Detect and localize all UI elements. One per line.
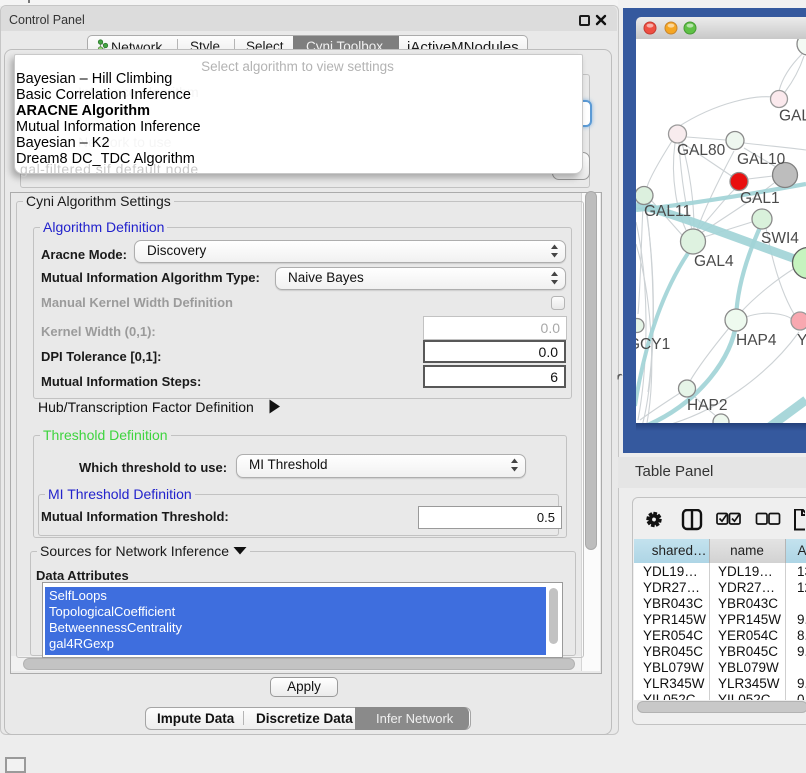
svg-text:GAL80: GAL80	[677, 142, 726, 159]
svg-text:GCY1: GCY1	[636, 336, 670, 353]
svg-text:HAP4: HAP4	[736, 332, 777, 349]
svg-text:HAP2: HAP2	[687, 397, 728, 414]
svg-text:SWI4: SWI4	[761, 230, 799, 247]
svg-text:GAL1: GAL1	[740, 190, 780, 207]
svg-text:Y: Y	[797, 332, 806, 349]
svg-text:GAL11: GAL11	[644, 203, 691, 220]
svg-text:GAL10: GAL10	[737, 151, 786, 168]
svg-text:GAL7: GAL7	[779, 108, 806, 125]
svg-text:GAL4: GAL4	[694, 253, 734, 270]
